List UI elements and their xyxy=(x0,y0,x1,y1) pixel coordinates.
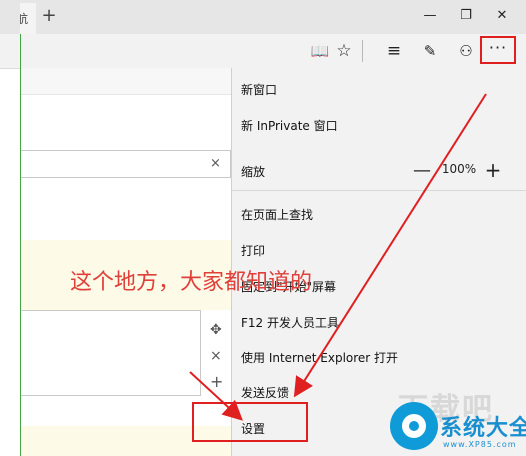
arrow-to-settings-short xyxy=(189,371,243,421)
arrow-to-settings-long xyxy=(293,93,487,398)
annotation-arrows xyxy=(189,93,487,421)
annotation-text: 这个地方，大家都知道的 xyxy=(70,270,313,295)
